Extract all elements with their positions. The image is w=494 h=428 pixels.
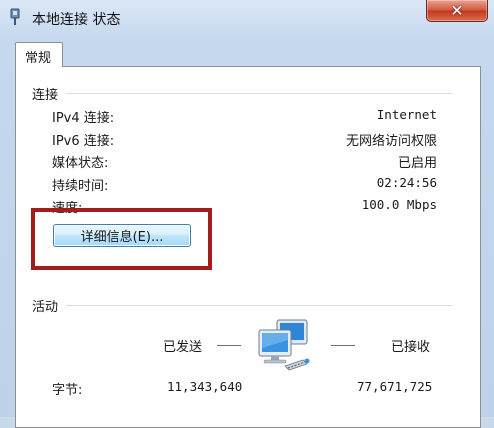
ipv6-label: IPv6 连接: [52,134,115,149]
received-line [331,345,355,346]
connection-separator [66,93,453,94]
speed-value: 100.0 Mbps [361,197,437,212]
ipv4-value: Internet [376,107,437,122]
network-connection-icon [10,8,20,25]
title-bar[interactable]: 本地连接 状态 ✕ [0,0,494,36]
ipv6-value: 无网络访问权限 [345,134,437,149]
duration-label: 持续时间: [52,179,109,194]
bytes-sent-value: 11,343,640 [167,379,243,394]
status-window: 本地连接 状态 ✕ 常规 连接 IPv4 连接: Internet IPv6 连… [0,0,494,428]
sent-line [217,345,241,346]
connection-section-label: 连接 [32,88,59,103]
bytes-received-value: 77,671,725 [357,379,433,394]
highlight-annotation-box [31,208,212,270]
media-state-label: 媒体状态: [52,156,109,171]
window-title: 本地连接 状态 [32,12,121,28]
activity-separator [66,305,453,306]
sent-label: 已发送 [163,340,203,355]
network-computers-icon [258,319,310,371]
activity-section-label: 活动 [32,300,59,315]
duration-value: 02:24:56 [376,175,437,190]
tab-general-label: 常规 [25,51,52,66]
bytes-label: 字节: [52,383,83,398]
received-label: 已接收 [391,340,431,355]
ipv4-label: IPv4 连接: [52,111,115,126]
close-icon: ✕ [450,0,464,20]
media-state-value: 已启用 [397,156,437,171]
close-button[interactable]: ✕ [426,0,488,22]
tab-general[interactable]: 常规 [15,42,63,67]
